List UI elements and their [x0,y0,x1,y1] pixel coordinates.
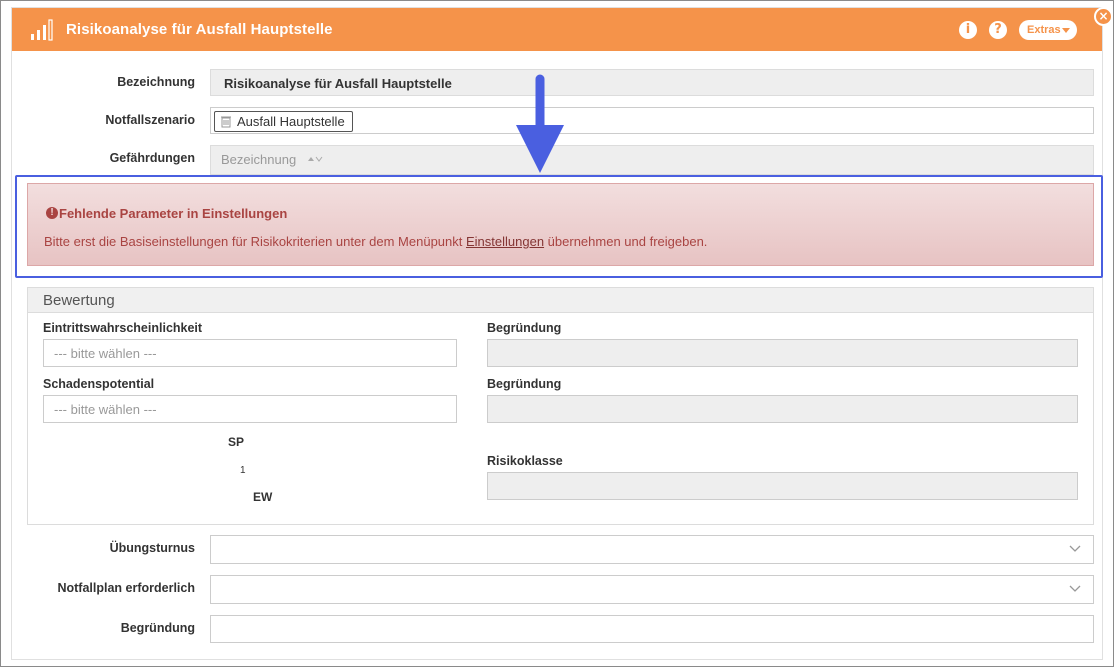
dialog-title: Risikoanalyse für Ausfall Hauptstelle [66,21,333,38]
eintritt-select[interactable]: --- bitte wählen --- [43,339,457,367]
notfallszenario-label: Notfallszenario [105,113,195,127]
gefaehrdungen-table-header: Bezeichnung [210,145,1094,175]
notfallszenario-tag-label: Ausfall Hauptstelle [237,114,345,129]
notfallszenario-tag[interactable]: Ausfall Hauptstelle [214,111,353,132]
info-button[interactable]: i [959,21,977,39]
bewertung-heading: Bewertung [28,288,1093,313]
uebungsturnus-label: Übungsturnus [109,541,195,555]
chevron-down-icon [1069,545,1081,552]
sort-icon[interactable] [307,154,323,164]
begruendung-label: Begründung [120,621,195,635]
extras-dropdown-button[interactable]: Extras [1019,20,1077,40]
ew-axis-label: EW [253,490,273,504]
schaden-placeholder: --- bitte wählen --- [54,402,157,417]
begruendung-input[interactable] [210,615,1094,643]
begruendung1-field [487,339,1078,367]
down-arrow-annotation [516,74,564,173]
begruendung2-label: Begründung [487,377,562,391]
extras-label: Extras [1027,24,1061,36]
risikoklasse-label: Risikoklasse [487,454,563,468]
bezeichnung-value: Risikoanalyse für Ausfall Hauptstelle [224,76,452,91]
alert-highlight-box [15,175,1103,278]
schaden-select[interactable]: --- bitte wählen --- [43,395,457,423]
eintritt-placeholder: --- bitte wählen --- [54,346,157,361]
uebungsturnus-select[interactable] [210,535,1094,564]
gefaehrdungen-label: Gefährdungen [109,151,195,165]
bar-chart-icon [31,19,53,41]
bezeichnung-field: Risikoanalyse für Ausfall Hauptstelle [210,69,1094,96]
notfallplan-select[interactable] [210,575,1094,604]
notfallszenario-field[interactable]: Ausfall Hauptstelle [210,107,1094,134]
close-button[interactable]: × [1094,7,1113,26]
caret-down-icon [1062,28,1070,33]
risikoklasse-field [487,472,1078,500]
bewertung-panel: Bewertung Eintrittswahrscheinlichkeit --… [27,287,1094,525]
chevron-down-icon [1069,585,1081,592]
begruendung2-field [487,395,1078,423]
notfallplan-label: Notfallplan erforderlich [57,581,195,595]
help-button[interactable]: ? [989,21,1007,39]
schaden-label: Schadenspotential [43,377,155,391]
begruendung1-label: Begründung [487,321,562,335]
bezeichnung-label: Bezeichnung [117,75,195,89]
dialog-titlebar: Risikoanalyse für Ausfall Hauptstelle i … [12,8,1102,51]
trash-icon[interactable] [220,115,232,128]
matrix-value: 1 [240,465,246,476]
sp-axis-label: SP [228,435,245,449]
gefaehrdungen-column-bezeichnung[interactable]: Bezeichnung [221,152,296,167]
eintritt-label: Eintrittswahrscheinlichkeit [43,321,203,335]
